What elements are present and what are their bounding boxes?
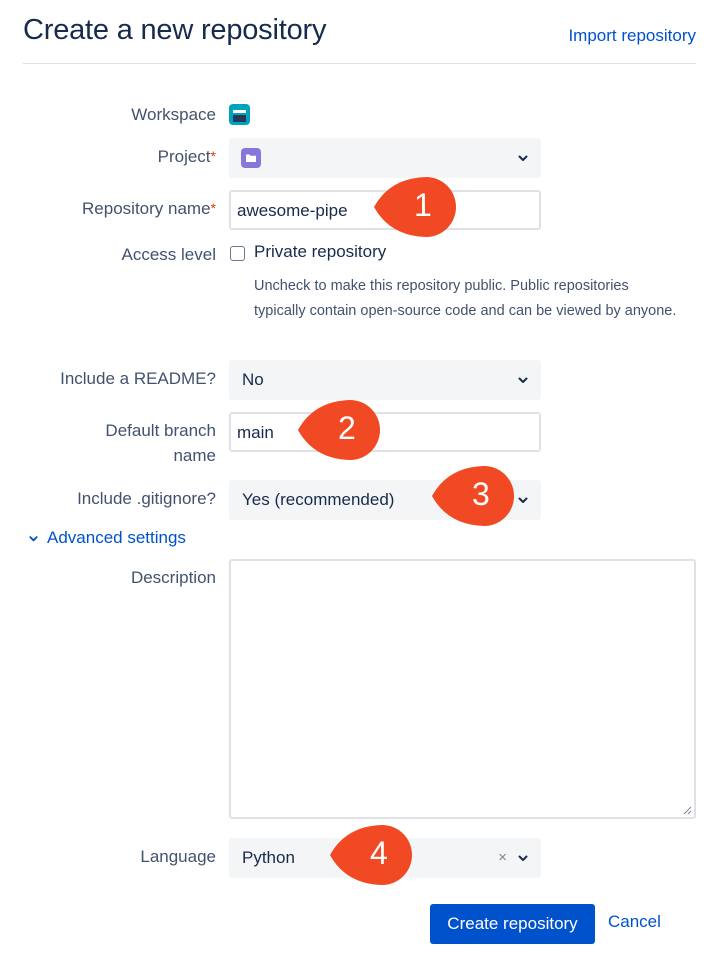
required-mark: * <box>210 200 216 216</box>
private-repository-checkbox[interactable] <box>230 246 245 261</box>
advanced-settings-toggle[interactable]: Advanced settings <box>28 528 186 548</box>
required-mark: * <box>210 148 216 164</box>
project-select[interactable] <box>229 138 541 178</box>
create-repository-button[interactable]: Create repository <box>430 904 595 944</box>
callout-marker-4: 4 <box>330 824 414 886</box>
repository-name-label: Repository name* <box>82 199 216 218</box>
project-label: Project* <box>157 147 216 166</box>
description-label: Description <box>130 568 216 587</box>
page-header: Create a new repository Import repositor… <box>23 0 696 64</box>
readme-label: Include a README? <box>60 369 216 388</box>
gitignore-label: Include .gitignore? <box>77 489 216 508</box>
callout-number: 4 <box>370 835 388 871</box>
readme-select[interactable]: No <box>229 360 541 400</box>
chevron-down-icon <box>518 155 528 161</box>
chevron-down-icon <box>518 377 528 383</box>
resize-handle-icon[interactable] <box>683 806 692 815</box>
cancel-button[interactable]: Cancel <box>608 912 661 932</box>
access-help-text: Uncheck to make this repository public. … <box>254 278 677 319</box>
language-label: Language <box>140 847 216 866</box>
default-branch-value: main <box>237 423 274 442</box>
default-branch-input[interactable]: main <box>229 412 541 452</box>
workspace-avatar-icon[interactable] <box>229 104 250 125</box>
gitignore-value: Yes (recommended) <box>242 490 395 509</box>
import-repository-link[interactable]: Import repository <box>568 26 696 46</box>
callout-number: 3 <box>472 476 490 512</box>
page-title: Create a new repository <box>23 14 327 46</box>
workspace-label: Workspace <box>131 105 216 124</box>
advanced-settings-label: Advanced settings <box>47 528 186 547</box>
callout-marker-3: 3 <box>432 465 516 527</box>
clear-icon[interactable]: × <box>498 849 507 866</box>
description-textarea[interactable] <box>229 559 696 819</box>
callout-number: 2 <box>338 410 356 446</box>
chevron-down-icon <box>518 497 528 503</box>
chevron-down-icon <box>29 536 38 542</box>
repository-name-value: awesome-pipe <box>237 201 348 220</box>
readme-value: No <box>242 370 264 389</box>
folder-icon <box>241 148 261 168</box>
access-level-label: Access level <box>121 245 216 264</box>
callout-marker-2: 2 <box>298 399 382 461</box>
callout-marker-1: 1 <box>374 176 458 238</box>
callout-number: 1 <box>414 187 432 223</box>
private-repository-label[interactable]: Private repository <box>254 242 386 262</box>
language-value: Python <box>242 848 295 867</box>
default-branch-label: Default branch name <box>105 421 216 465</box>
chevron-down-icon <box>518 855 528 861</box>
